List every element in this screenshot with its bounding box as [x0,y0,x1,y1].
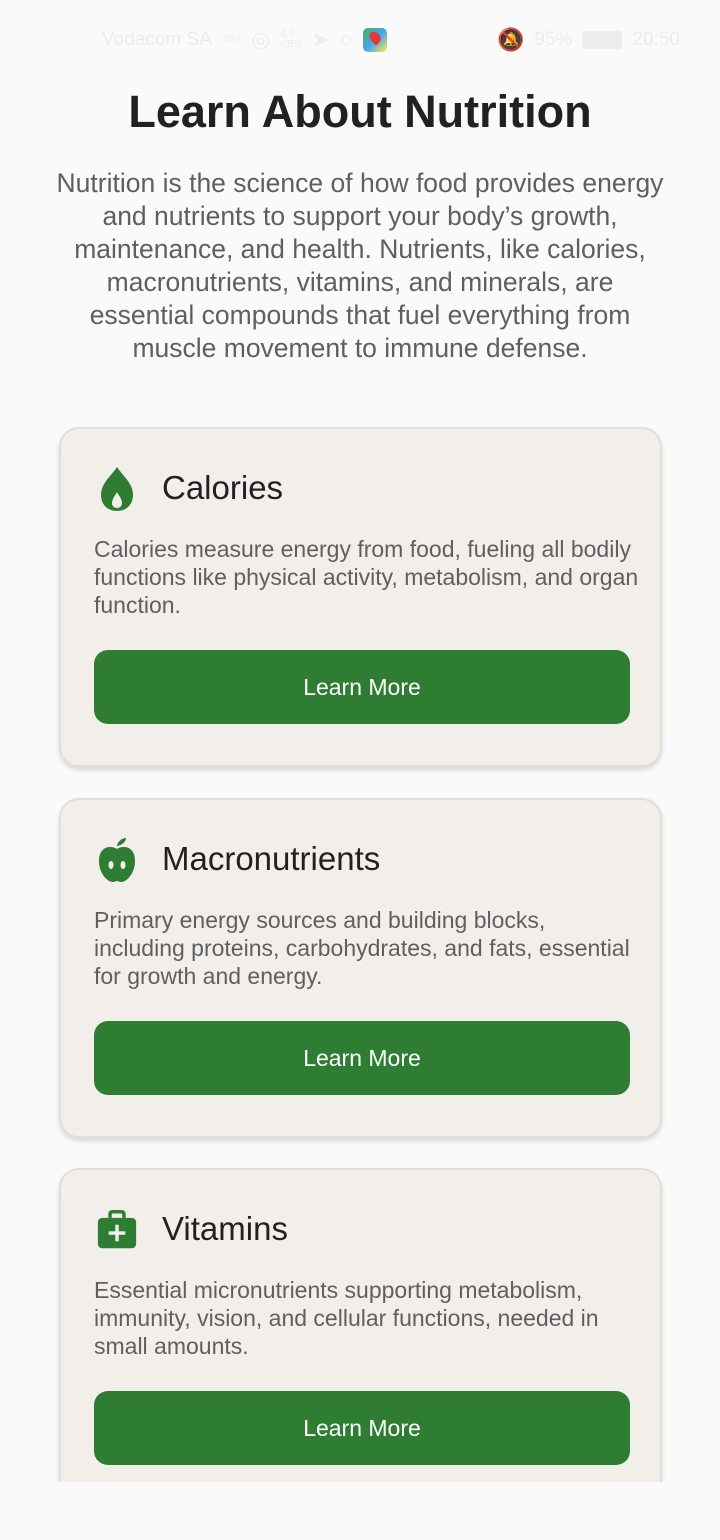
learn-more-button[interactable]: Learn More [94,650,630,724]
card-macronutrients: Macronutrients Primary energy sources an… [59,798,662,1138]
page-title: Learn About Nutrition [128,86,592,137]
battery-percent: 95% [534,29,573,50]
status-left: Vodacom SA 4G+ ◎ 4.0 KB/s ➤ ○ [102,27,388,53]
circle-icon: ○ [339,27,354,52]
status-right: 🔕 95% 20:50 [497,27,680,53]
medical-kit-icon [97,1206,137,1254]
apple-icon [97,836,137,884]
mute-icon: 🔕 [497,27,525,52]
network-speed: 4.0 KB/s [280,30,301,50]
card-description: Primary energy sources and building bloc… [94,907,630,989]
clock: 20:50 [632,29,680,50]
learn-more-button[interactable]: Learn More [94,1391,630,1465]
card-title: Calories [162,469,284,506]
telegram-icon: ➤ [311,27,330,52]
battery-icon [582,31,623,49]
card-calories: Calories Calories measure energy from fo… [59,427,662,767]
intro-text: Nutrition is the science of how food pro… [56,168,664,363]
maps-icon [363,28,388,52]
card-title: Macronutrients [162,840,381,877]
status-bar: Vodacom SA 4G+ ◎ 4.0 KB/s ➤ ○ 🔕 95% 20:5… [0,0,720,80]
carrier-label: Vodacom SA [102,29,212,50]
flame-icon [97,465,137,513]
hotspot-icon: ◎ [251,27,271,52]
card-title: Vitamins [162,1210,288,1247]
card-description: Essential micronutrients supporting meta… [94,1277,599,1359]
card-description: Calories measure energy from food, fueli… [94,536,639,618]
card-viewport-clip: Vitamins Essential micronutrients suppor… [0,1168,720,1482]
learn-more-button[interactable]: Learn More [94,1021,630,1095]
network-type-label: 4G+ [221,34,242,45]
network-speed-unit: KB/s [280,39,302,50]
card-vitamins: Vitamins Essential micronutrients suppor… [59,1168,662,1482]
